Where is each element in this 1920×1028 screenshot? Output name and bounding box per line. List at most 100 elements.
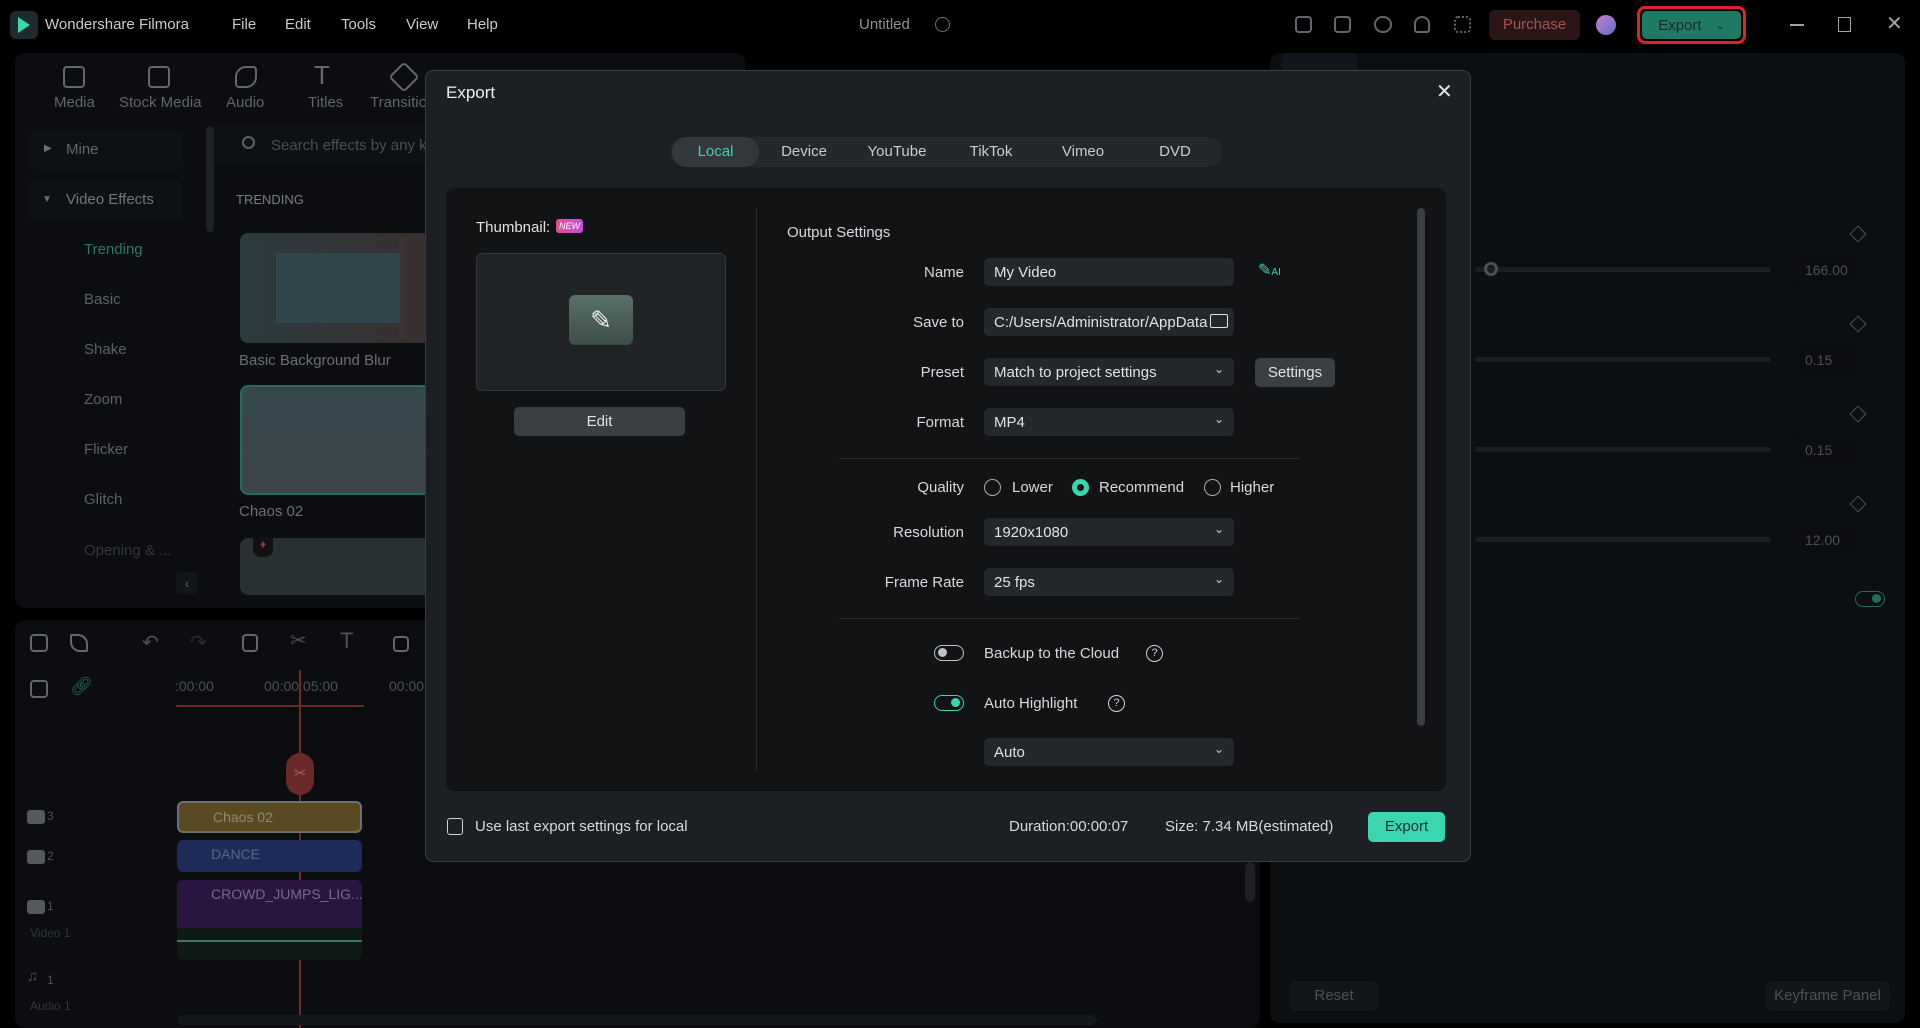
property-slider[interactable] [1475, 447, 1771, 452]
timeline-hscrollbar[interactable] [177, 1015, 1097, 1025]
effect-thumb-basic-background-blur[interactable] [240, 233, 430, 343]
add-track-icon[interactable] [30, 680, 48, 698]
quality-lower-label[interactable]: Lower [1012, 479, 1053, 496]
format-select[interactable]: MP4 ⌄ [984, 408, 1234, 436]
keyframe-panel-button[interactable]: Keyframe Panel [1765, 981, 1890, 1011]
frame-rate-select[interactable]: 25 fps ⌄ [984, 568, 1234, 596]
timeline-vscrollbar[interactable] [1245, 862, 1255, 902]
tab-audio[interactable]: Audio [226, 94, 264, 111]
folder-icon[interactable] [1210, 314, 1228, 328]
layout-icon[interactable] [1295, 16, 1312, 33]
tab-dvd[interactable]: DVD [1129, 137, 1221, 167]
quality-recommend-label[interactable]: Recommend [1099, 479, 1184, 496]
sidebar-scrollbar[interactable] [206, 126, 214, 232]
sidebar-item-trending[interactable]: Trending [84, 241, 143, 258]
apps-grid-icon[interactable] [1454, 16, 1471, 33]
quality-higher-label[interactable]: Higher [1230, 479, 1274, 496]
format-label: Format [916, 414, 964, 431]
timeline-clip-chaos-02[interactable]: Chaos 02 [177, 801, 362, 833]
menu-file[interactable]: File [232, 16, 256, 33]
menu-tools[interactable]: Tools [341, 16, 376, 33]
headset-icon[interactable] [1414, 16, 1430, 33]
ai-rename-icon[interactable]: ✎AI [1258, 260, 1281, 280]
thumbnail-preview[interactable]: ✎ [476, 253, 726, 391]
sidebar-item-glitch[interactable]: Glitch [84, 491, 122, 508]
property-slider[interactable] [1475, 357, 1771, 362]
sidebar-item-shake[interactable]: Shake [84, 341, 127, 358]
delete-icon[interactable] [242, 634, 258, 652]
select-tool-icon[interactable] [70, 634, 88, 652]
text-tool-icon[interactable]: T [340, 628, 353, 654]
tab-media[interactable]: Media [54, 94, 95, 111]
auto-highlight-select[interactable]: Auto ⌄ [984, 738, 1234, 766]
stock-media-icon[interactable] [148, 66, 170, 88]
avatar[interactable] [1596, 15, 1616, 35]
tab-vimeo[interactable]: Vimeo [1037, 137, 1129, 167]
slider-handle[interactable] [1484, 262, 1498, 276]
redo-icon[interactable]: ↷ [190, 630, 207, 655]
minimize-button[interactable] [1790, 24, 1804, 26]
purchase-button[interactable]: Purchase [1489, 10, 1580, 40]
crop-icon[interactable] [393, 636, 409, 652]
settings-scrollbar[interactable] [1417, 208, 1425, 726]
property-value[interactable]: 0.15 [1795, 435, 1855, 465]
media-icon[interactable] [63, 66, 85, 88]
tab-tiktok[interactable]: TikTok [945, 137, 1037, 167]
quality-higher-radio[interactable] [1204, 479, 1221, 496]
tab-transitions[interactable]: Transitio [370, 94, 427, 111]
tab-local[interactable]: Local [672, 137, 759, 167]
collapse-sidebar-button[interactable]: ‹ [176, 572, 198, 594]
property-value[interactable]: 0.15 [1795, 345, 1855, 375]
timeline-clip-dance[interactable]: DANCE [177, 840, 362, 872]
sidebar-mine-label: Mine [66, 141, 99, 158]
property-slider[interactable] [1475, 537, 1771, 542]
auto-highlight-toggle[interactable] [934, 695, 964, 711]
backup-cloud-toggle[interactable] [934, 645, 964, 661]
sidebar-item-opening[interactable]: Opening & ... [84, 542, 172, 559]
audio-icon[interactable] [235, 66, 257, 88]
playhead-scissors-icon[interactable]: ✂ [286, 753, 314, 795]
effect-thumb-chaos-02[interactable] [240, 385, 430, 495]
reset-button[interactable]: Reset [1289, 981, 1379, 1011]
property-value[interactable]: 166.00 [1795, 255, 1855, 285]
help-icon[interactable]: ? [1146, 645, 1163, 662]
undo-icon[interactable]: ↶ [142, 630, 159, 655]
link-icon[interactable]: 🔗︎ [70, 676, 93, 697]
cloud-icon[interactable] [1374, 16, 1392, 33]
sidebar-item-basic[interactable]: Basic [84, 291, 121, 308]
menu-view[interactable]: View [406, 16, 438, 33]
export-button[interactable]: Export ⌄ [1637, 6, 1746, 44]
preset-select[interactable]: Match to project settings ⌄ [984, 358, 1234, 386]
quality-recommend-radio[interactable] [1072, 479, 1089, 496]
tab-stock-media[interactable]: Stock Media [119, 94, 202, 111]
use-last-settings-checkbox[interactable] [447, 818, 463, 835]
tab-titles[interactable]: Titles [308, 94, 343, 111]
property-slider[interactable] [1475, 267, 1771, 272]
resolution-select[interactable]: 1920x1080 ⌄ [984, 518, 1234, 546]
close-window-button[interactable]: ✕ [1886, 11, 1903, 36]
help-icon[interactable]: ? [1108, 695, 1125, 712]
property-toggle[interactable] [1855, 591, 1885, 607]
save-to-input[interactable]: C:/Users/Administrator/AppData [984, 308, 1234, 336]
use-last-settings-label[interactable]: Use last export settings for local [475, 818, 688, 835]
scissors-icon[interactable]: ✂ [290, 628, 307, 653]
property-value[interactable]: 12.00 [1795, 525, 1855, 555]
sidebar-item-flicker[interactable]: Flicker [84, 441, 128, 458]
timeline-clip-crowd[interactable]: CROWD_JUMPS_LIG... [177, 880, 363, 960]
edit-thumbnail-button[interactable]: Edit [514, 407, 685, 436]
name-input[interactable]: My Video [984, 258, 1234, 286]
save-icon[interactable] [1334, 16, 1351, 33]
layout-grid-icon[interactable] [30, 634, 48, 652]
menu-edit[interactable]: Edit [285, 16, 311, 33]
restore-button[interactable] [1838, 17, 1851, 32]
titles-icon[interactable]: T [314, 60, 330, 91]
tab-device[interactable]: Device [759, 137, 849, 167]
tab-youtube[interactable]: YouTube [849, 137, 945, 167]
menu-help[interactable]: Help [467, 16, 498, 33]
search-input[interactable]: Search effects by any k [271, 137, 425, 154]
preset-settings-button[interactable]: Settings [1255, 358, 1335, 387]
close-dialog-button[interactable]: ✕ [1436, 79, 1453, 104]
sidebar-item-zoom[interactable]: Zoom [84, 391, 122, 408]
dialog-export-button[interactable]: Export [1368, 812, 1445, 842]
quality-lower-radio[interactable] [984, 479, 1001, 496]
